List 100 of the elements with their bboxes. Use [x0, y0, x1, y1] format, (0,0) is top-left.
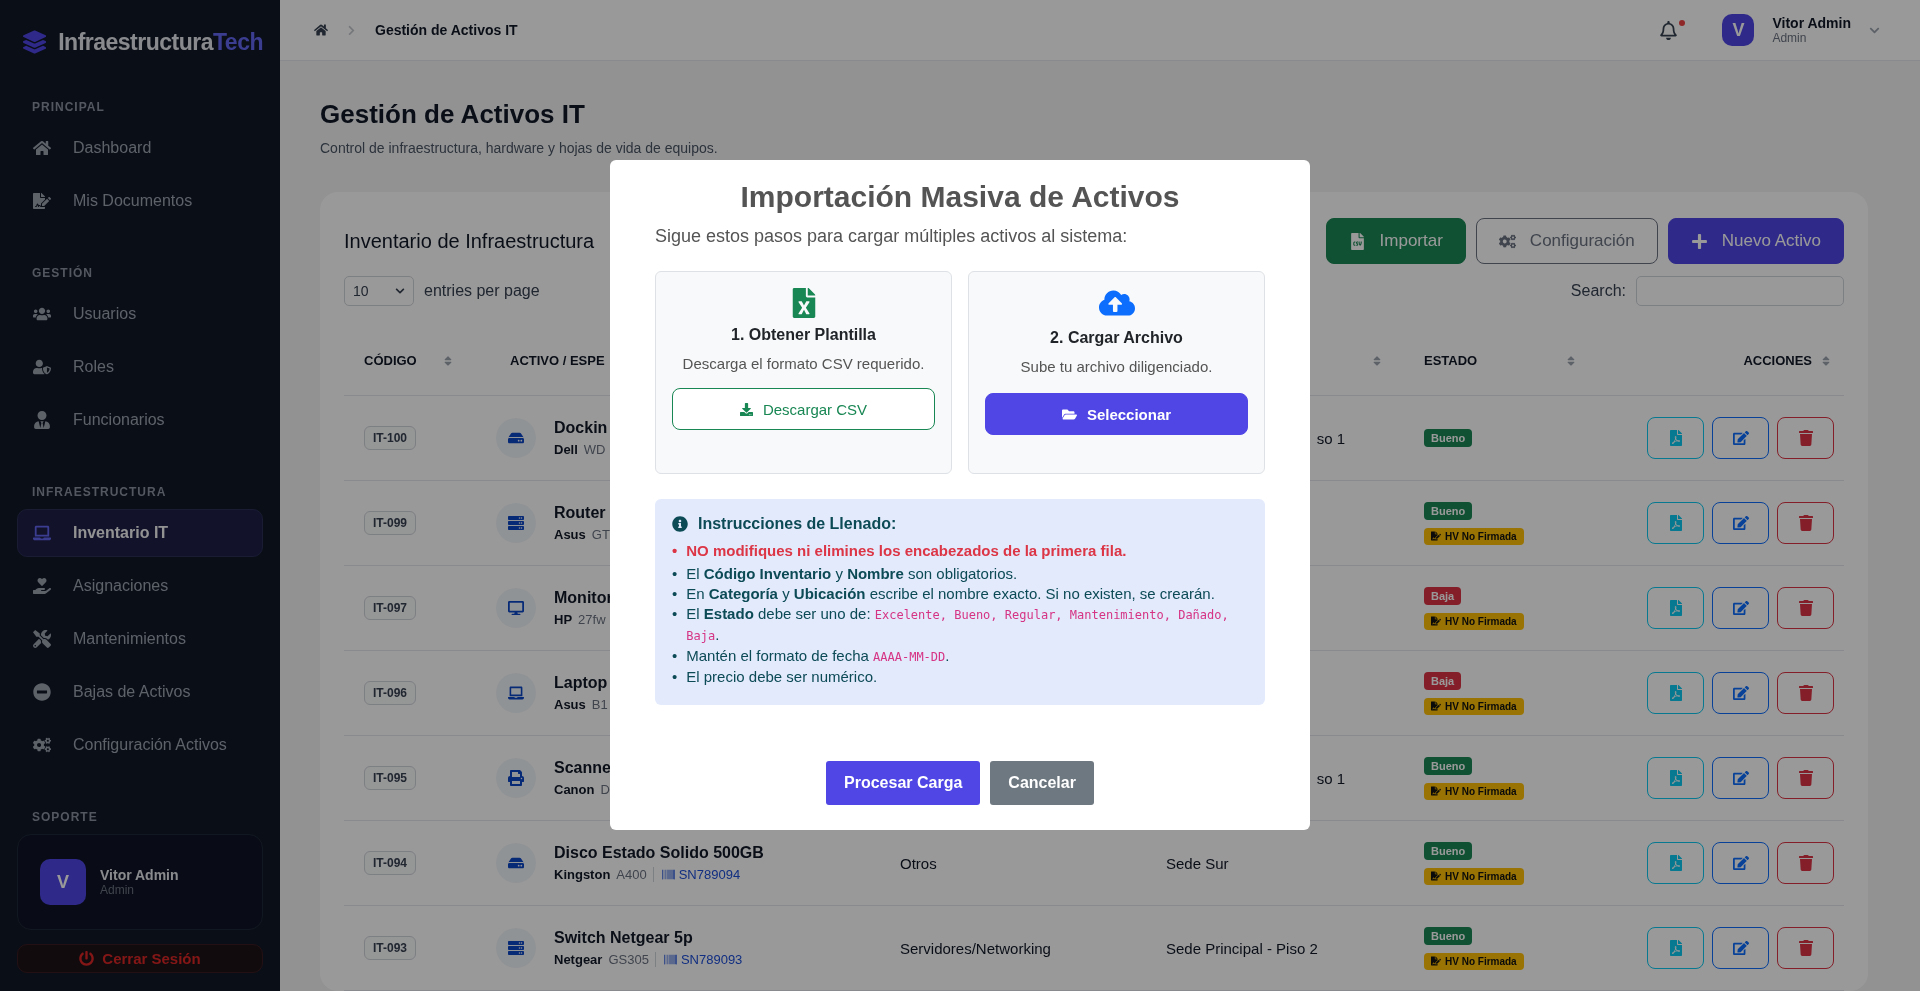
column-header: ESTADO: [1424, 353, 1478, 368]
page-subtitle: Control de infraestructura, hardware y hojas de vida de equipos.: [320, 140, 719, 156]
page-title: Gestión de Activos IT: [320, 99, 586, 130]
edit-icon: [1732, 600, 1749, 616]
pdf-button[interactable]: [1647, 587, 1704, 629]
delete-button[interactable]: [1777, 842, 1834, 884]
sidebar-item[interactable]: Bajas de Activos: [17, 668, 263, 716]
signature-icon: [1431, 531, 1441, 541]
signature-icon: [1431, 956, 1441, 966]
pdf-file-icon: [1667, 940, 1684, 956]
sidebar-item[interactable]: Funcionarios: [17, 396, 263, 444]
breadcrumb: Gestión de Activos IT: [375, 22, 518, 38]
pdf-button[interactable]: [1647, 417, 1704, 459]
trash-icon: [1797, 430, 1814, 446]
step-title: 2. Cargar Archivo: [1050, 329, 1183, 347]
edit-button[interactable]: [1712, 502, 1769, 544]
sidebar-item[interactable]: Roles: [17, 343, 263, 391]
delete-button[interactable]: [1777, 757, 1834, 799]
users-icon: [33, 305, 51, 323]
user-name: Vitor Admin: [100, 867, 179, 883]
home-icon[interactable]: [314, 23, 328, 37]
asset-location: Sede Principal - Piso 2: [1166, 939, 1318, 957]
delete-button[interactable]: [1777, 927, 1834, 969]
asset-code: IT-094: [364, 851, 417, 875]
edit-button[interactable]: [1712, 672, 1769, 714]
asset-model: B1: [591, 697, 608, 712]
import-button[interactable]: Importar: [1325, 218, 1466, 264]
delete-button[interactable]: [1777, 672, 1834, 714]
page-size-select[interactable]: 10: [344, 276, 414, 306]
asset-name: Scanne: [554, 759, 611, 777]
select-file-button[interactable]: Seleccionar: [985, 393, 1248, 435]
unsigned-badge: HV No Firmada: [1424, 782, 1524, 800]
pdf-button[interactable]: [1647, 672, 1704, 714]
signature-icon: [1431, 786, 1441, 796]
sidebar-section-title: INFRAESTRUCTURA: [31, 485, 168, 499]
unsigned-badge: HV No Firmada: [1424, 527, 1524, 545]
edit-button[interactable]: [1712, 587, 1769, 629]
brand-name: InfraestructuraTech: [58, 28, 263, 56]
status-badge: Baja: [1424, 586, 1462, 605]
logout-button[interactable]: Cerrar Sesión: [17, 944, 263, 973]
signature-icon: [1431, 871, 1441, 881]
sidebar-item[interactable]: Mantenimientos: [17, 615, 263, 663]
pdf-button[interactable]: [1647, 842, 1704, 884]
delete-button[interactable]: [1777, 502, 1834, 544]
info-icon: [672, 516, 688, 532]
asset-brand: Dell: [554, 442, 578, 457]
plus-icon: [1690, 232, 1708, 250]
edit-button[interactable]: [1712, 927, 1769, 969]
edit-button[interactable]: [1712, 842, 1769, 884]
edit-button[interactable]: [1712, 757, 1769, 799]
download-button[interactable]: Descargar CSV: [672, 388, 935, 430]
edit-button[interactable]: [1712, 417, 1769, 459]
sort-icon[interactable]: [442, 354, 454, 367]
sidebar-item[interactable]: Configuración Activos: [17, 721, 263, 769]
unsigned-badge: HV No Firmada: [1424, 867, 1524, 885]
search-field[interactable]: [1636, 276, 1844, 306]
edit-icon: [1732, 855, 1749, 871]
sidebar-item[interactable]: Inventario IT: [17, 509, 263, 557]
sidebar-item[interactable]: Dashboard: [17, 124, 263, 172]
column-header: ACCIONES: [1743, 353, 1812, 368]
sidebar-item[interactable]: Asignaciones: [17, 562, 263, 610]
sort-icon[interactable]: [1820, 354, 1832, 367]
settings-button[interactable]: Configuración: [1475, 218, 1658, 264]
signature-icon: [1431, 616, 1441, 626]
unsigned-badge: HV No Firmada: [1424, 697, 1524, 715]
pdf-button[interactable]: [1647, 927, 1704, 969]
cancel-button[interactable]: Cancelar: [990, 761, 1094, 805]
pdf-button[interactable]: [1647, 757, 1704, 799]
asset-model: D: [600, 782, 610, 797]
instruction-text: Mantén el formato de fecha AAAA-MM-DD.: [686, 646, 951, 666]
hand-heart-icon: [33, 577, 51, 595]
asset-code: IT-097: [364, 596, 417, 620]
asset-brand: Netgear: [554, 952, 603, 967]
pdf-file-icon: [1667, 515, 1684, 531]
entries-label: entries per page: [424, 282, 540, 300]
bullet: •: [672, 604, 678, 624]
user-avatar[interactable]: V: [1722, 14, 1755, 46]
signature-icon: [1431, 701, 1441, 711]
delete-button[interactable]: [1777, 587, 1834, 629]
chevron-icon: [346, 24, 357, 36]
new-button[interactable]: Nuevo Activo: [1667, 218, 1844, 264]
pdf-file-icon: [1667, 430, 1684, 446]
status-badge: Bueno: [1424, 501, 1473, 520]
asset-location: Sede Sur: [1166, 854, 1229, 872]
sidebar-item[interactable]: Usuarios: [17, 290, 263, 338]
sidebar-item[interactable]: Mis Documentos: [17, 177, 263, 225]
pdf-file-icon: [1667, 855, 1684, 871]
delete-button[interactable]: [1777, 417, 1834, 459]
asset-code: IT-093: [364, 936, 417, 960]
dialog-subtitle: Sigue estos pasos para cargar múltiples activos al sistema:: [655, 226, 1129, 247]
unsigned-badge: HV No Firmada: [1424, 612, 1524, 630]
instruction-text: El precio debe ser numérico.: [686, 667, 879, 687]
pdf-button[interactable]: [1647, 502, 1704, 544]
edit-icon: [1732, 940, 1749, 956]
process-button[interactable]: Procesar Carga: [826, 761, 981, 805]
status-badge: Bueno: [1424, 841, 1473, 860]
user-shield-icon: [33, 358, 51, 376]
sort-icon[interactable]: [1371, 354, 1383, 367]
status-badge: Baja: [1424, 671, 1462, 690]
barcode-icon: [663, 953, 677, 966]
